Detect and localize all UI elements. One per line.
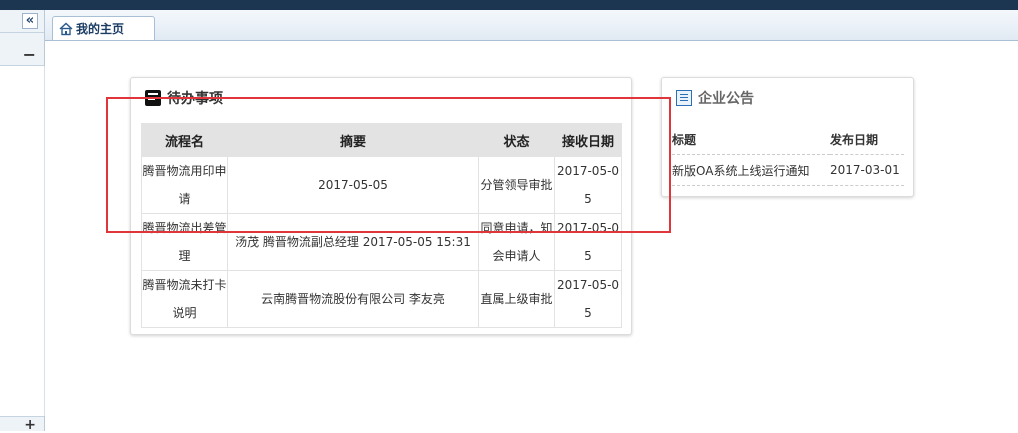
process-name-link[interactable]: 腾晋物流未打卡说明 xyxy=(141,270,228,328)
home-icon xyxy=(59,21,73,35)
collapse-minus-icon[interactable]: − xyxy=(23,47,36,63)
tab-home[interactable]: 我的主页 xyxy=(52,16,155,40)
notice-table: 标题 发布日期 新版OA系统上线运行通知 2017-03-01 xyxy=(672,124,904,186)
summary-cell: 汤茂 腾晋物流副总经理 2017-05-05 15:31 xyxy=(227,213,479,271)
sidebar-section-header[interactable]: − xyxy=(0,45,44,66)
summary-cell: 2017-05-05 xyxy=(227,156,479,214)
table-row[interactable]: 腾晋物流用印申请 2017-05-05 分管领导审批 2017-05-05 xyxy=(141,156,622,214)
todo-table: 流程名 摘要 状态 接收日期 腾晋物流用印申请 2017-05-05 分管领导审… xyxy=(141,123,622,328)
document-list-icon xyxy=(676,90,692,106)
process-name-link[interactable]: 腾晋物流出差管理 xyxy=(141,213,228,271)
column-header-publish-date: 发布日期 xyxy=(830,124,904,155)
table-row[interactable]: 腾晋物流出差管理 汤茂 腾晋物流副总经理 2017-05-05 15:31 同意… xyxy=(141,213,622,271)
date-cell: 2017-05-05 xyxy=(554,156,622,214)
status-cell: 直属上级审批 xyxy=(478,270,555,328)
top-banner xyxy=(0,0,1018,10)
todo-table-header: 流程名 摘要 状态 接收日期 xyxy=(141,123,622,157)
tab-label: 我的主页 xyxy=(76,22,125,36)
todo-list-icon xyxy=(145,90,161,106)
table-row[interactable]: 腾晋物流未打卡说明 云南腾晋物流股份有限公司 李友亮 直属上级审批 2017-0… xyxy=(141,270,622,328)
status-cell: 分管领导审批 xyxy=(478,156,555,214)
double-chevron-left-icon[interactable]: « xyxy=(22,13,38,29)
notice-table-header: 标题 发布日期 xyxy=(672,124,904,155)
column-header-date: 接收日期 xyxy=(554,123,622,157)
sidebar-menu-body xyxy=(0,66,45,416)
column-header-status: 状态 xyxy=(478,123,555,157)
date-cell: 2017-05-05 xyxy=(554,213,622,271)
list-item[interactable]: 新版OA系统上线运行通知 2017-03-01 xyxy=(672,154,904,186)
notice-panel-title: 企业公告 xyxy=(698,91,754,107)
todo-panel: 待办事项 流程名 摘要 状态 接收日期 腾晋物流用印申请 2017-05-05 … xyxy=(130,77,632,335)
summary-cell: 云南腾晋物流股份有限公司 李友亮 xyxy=(227,270,479,328)
notice-title-link[interactable]: 新版OA系统上线运行通知 xyxy=(672,154,830,186)
column-header-summary: 摘要 xyxy=(227,123,479,157)
notice-date: 2017-03-01 xyxy=(830,154,904,186)
expand-plus-icon[interactable]: + xyxy=(24,418,36,432)
column-header-title: 标题 xyxy=(672,124,830,155)
tab-bar: 我的主页 xyxy=(45,10,1018,41)
todo-panel-header: 待办事项 xyxy=(145,88,223,108)
column-header-process: 流程名 xyxy=(141,123,228,157)
process-name-link[interactable]: 腾晋物流用印申请 xyxy=(141,156,228,214)
notice-panel: 企业公告 标题 发布日期 新版OA系统上线运行通知 2017-03-01 xyxy=(661,77,914,197)
sidebar: « − + xyxy=(0,10,45,432)
date-cell: 2017-05-05 xyxy=(554,270,622,328)
sidebar-section-footer[interactable]: + xyxy=(0,416,44,432)
notice-panel-header: 企业公告 xyxy=(676,88,754,108)
todo-panel-title: 待办事项 xyxy=(167,91,223,107)
sidebar-collapse-button[interactable]: « xyxy=(0,10,44,33)
status-cell: 同意申请，知会申请人 xyxy=(478,213,555,271)
